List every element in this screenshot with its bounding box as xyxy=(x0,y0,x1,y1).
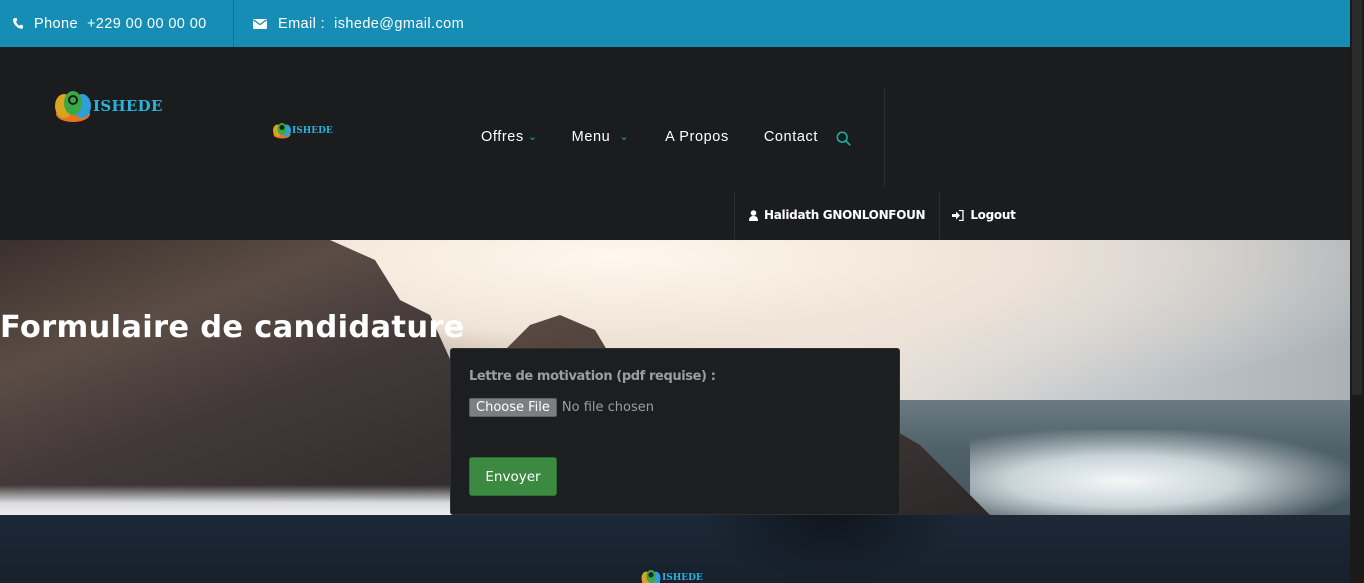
email-value[interactable]: ishede@gmail.com xyxy=(334,16,464,32)
search-icon[interactable] xyxy=(836,131,851,146)
application-form: Lettre de motivation (pdf requise) : Cho… xyxy=(450,348,900,515)
nav-item-label: Offres xyxy=(481,128,524,145)
chevron-down-icon: ⌄ xyxy=(619,131,630,143)
site-logo-small[interactable]: ISHEDE xyxy=(272,122,333,139)
cover-letter-file-input[interactable]: Choose File No file chosen xyxy=(469,398,654,417)
footer-background xyxy=(700,515,960,583)
brand-name: ISHEDE xyxy=(662,573,703,583)
page-title: Formulaire de candidature xyxy=(0,310,465,345)
hero-shore-foam xyxy=(0,485,460,515)
topbar-divider xyxy=(233,0,234,47)
email-label: Email : xyxy=(278,15,326,32)
cover-letter-label: Lettre de motivation (pdf requise) : xyxy=(469,369,716,384)
site-logo[interactable]: ISHEDE xyxy=(54,89,163,123)
brand-name: ISHEDE xyxy=(93,97,163,115)
logout-link[interactable]: Logout xyxy=(940,191,1027,239)
nav-item-offres[interactable]: Offres ⌄ xyxy=(481,129,538,145)
lotus-logo-icon xyxy=(273,123,291,139)
user-icon xyxy=(749,209,758,221)
site-footer: ISHEDE xyxy=(0,515,1350,583)
nav-item-contact[interactable]: Contact xyxy=(764,129,818,145)
lotus-logo-icon xyxy=(641,570,661,583)
top-info-bar: Phone +229 00 00 00 00 Email : ishede@gm… xyxy=(0,0,1350,47)
nav-item-label: A Propos xyxy=(665,128,729,145)
nav-item-label: Contact xyxy=(763,128,818,145)
chevron-down-icon: ⌄ xyxy=(527,131,538,143)
phone-info: Phone +229 00 00 00 00 xyxy=(13,0,207,47)
sign-in-icon xyxy=(952,209,964,221)
main-nav: Offres ⌄ Menu ⌄ A Propos Contact xyxy=(481,127,851,146)
nav-item-label: Menu xyxy=(571,128,611,145)
user-profile-link[interactable]: Halidath GNONLONFOUN xyxy=(734,191,941,239)
user-bar: Halidath GNONLONFOUN Logout xyxy=(734,191,1028,239)
footer-logo[interactable]: ISHEDE xyxy=(640,569,703,583)
nav-item-a-propos[interactable]: A Propos xyxy=(665,129,729,145)
hero-wave-foam xyxy=(970,430,1350,515)
page-scrollbar[interactable] xyxy=(1350,0,1364,583)
choose-file-button[interactable]: Choose File xyxy=(469,398,557,417)
phone-icon xyxy=(13,18,23,29)
site-header: ISHEDE ISHEDE Offres ⌄ Menu ⌄ A Propos C… xyxy=(0,47,1350,240)
nav-item-menu[interactable]: Menu ⌄ xyxy=(572,129,630,145)
phone-value: +229 00 00 00 00 xyxy=(86,15,207,32)
user-name: Halidath GNONLONFOUN xyxy=(764,208,926,222)
scrollbar-thumb[interactable] xyxy=(1352,0,1362,395)
phone-label: Phone xyxy=(34,15,78,32)
email-info: Email : ishede@gmail.com xyxy=(253,0,464,47)
file-status: No file chosen xyxy=(561,400,654,415)
lotus-logo-icon xyxy=(55,91,91,122)
envelope-icon xyxy=(253,18,267,29)
brand-name: ISHEDE xyxy=(292,125,333,136)
logout-label: Logout xyxy=(970,208,1016,222)
submit-button[interactable]: Envoyer xyxy=(469,457,557,496)
nav-divider xyxy=(884,87,885,187)
